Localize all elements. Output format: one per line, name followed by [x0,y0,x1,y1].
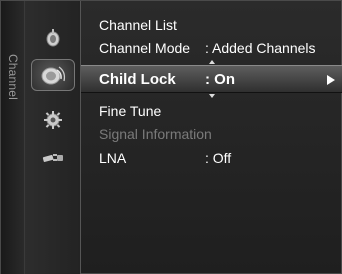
plug-cable-icon[interactable] [42,147,64,169]
menu-item-channel-mode[interactable]: Channel Mode : Added Channels [81,37,342,59]
category-icon-column [25,1,81,274]
section-title: Channel [6,53,20,101]
menu-item-label: Signal Information [99,126,212,142]
menu-item-label: LNA [99,150,127,166]
arrow-right-icon [327,75,335,85]
section-side-tab: Channel [1,1,25,274]
menu-item-child-lock[interactable]: Child Lock : On [81,60,342,98]
menu-item-value: : Added Channels [205,40,316,56]
satellite-dish-icon[interactable] [31,59,75,91]
settings-gear-icon[interactable] [42,109,64,131]
menu-item-label: Fine Tune [99,103,162,119]
tv-menu-screen: Channel Channel List Channel Mode: Adde… [0,0,342,274]
menu-item-label: Child Lock [99,71,176,88]
menu-item-value: : Off [205,150,232,166]
menu-item-channel-list[interactable]: Channel List [81,14,342,36]
menu-item-lna[interactable]: LNA : Off [81,147,342,169]
menu-item-label: Channel List [99,17,177,33]
scroll-up-icon [209,60,215,64]
scroll-down-icon [209,94,215,98]
menu-item-fine-tune[interactable]: Fine Tune [81,100,342,122]
menu-item-signal-information: Signal Information [81,123,342,145]
channel-menu: Channel List Channel Mode : Added Channe… [81,1,342,274]
antenna-icon[interactable] [42,27,64,49]
menu-item-value: : On [205,71,235,88]
menu-item-label: Channel Mode [99,40,191,56]
